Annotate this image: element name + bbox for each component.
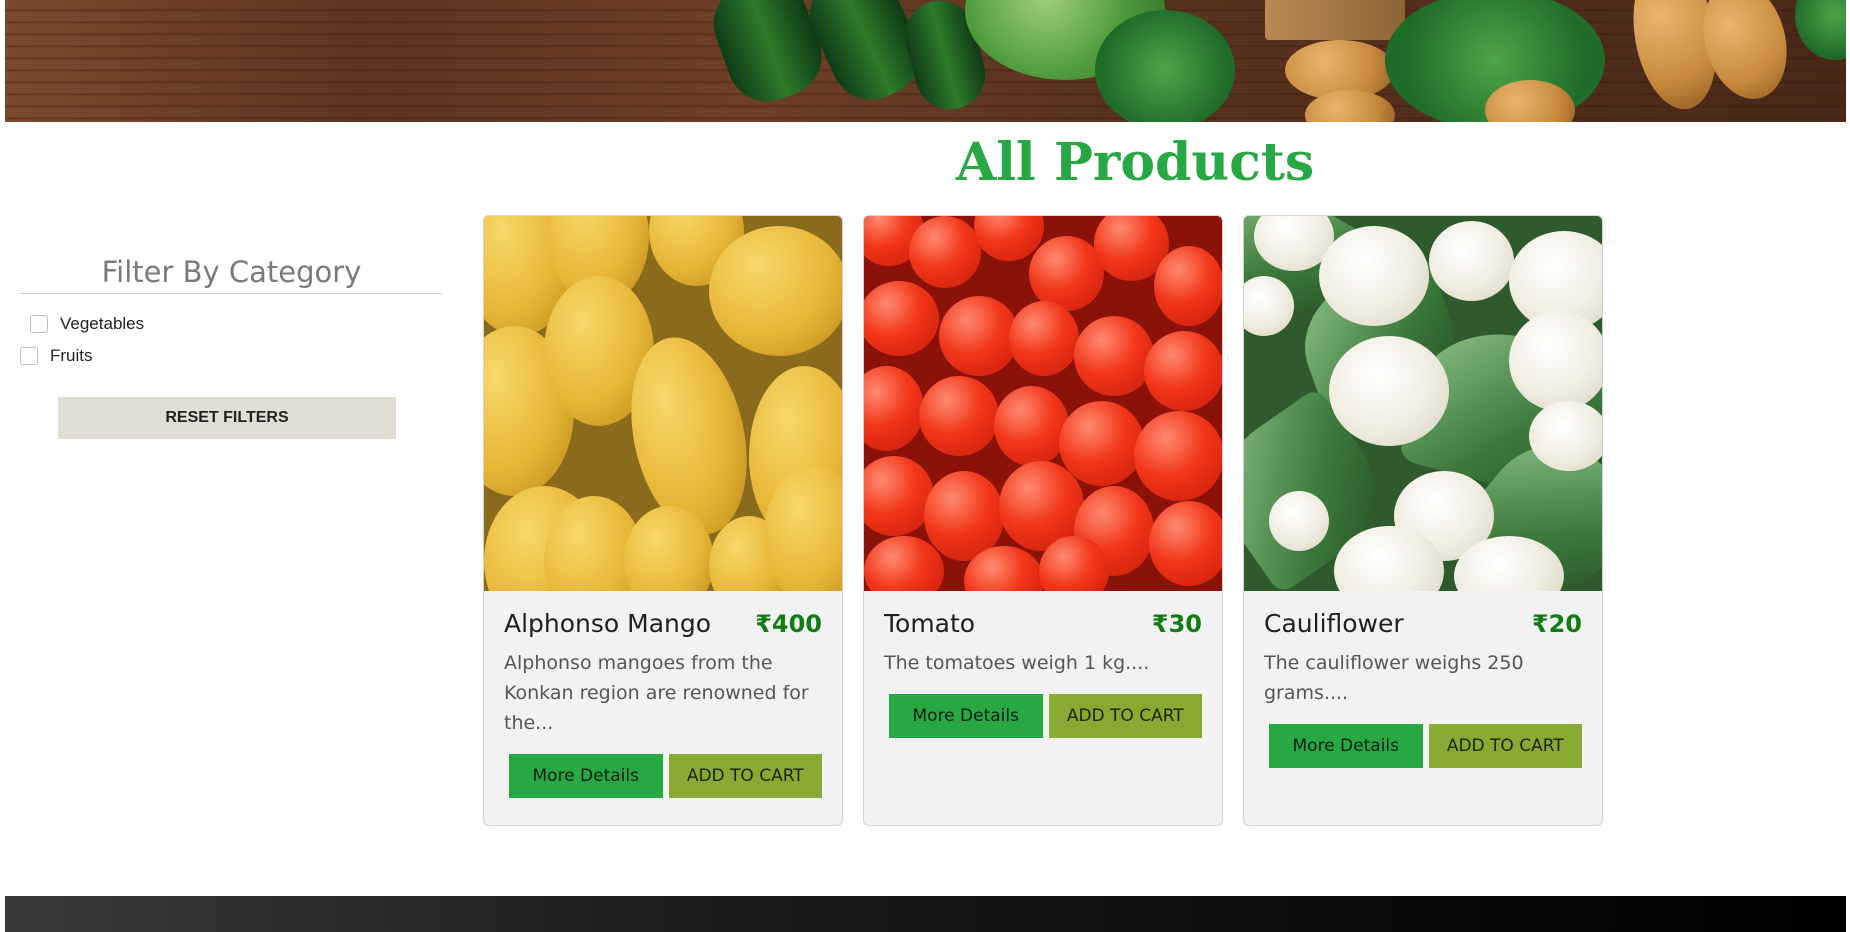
- product-price: ₹20: [1531, 610, 1582, 638]
- product-image-mango[interactable]: [484, 216, 842, 591]
- add-to-cart-button[interactable]: ADD TO CART: [1428, 724, 1582, 768]
- product-card-cauliflower: Cauliflower ₹20 The cauliflower weighs 2…: [1243, 215, 1603, 826]
- product-image-tomato[interactable]: [864, 216, 1222, 591]
- page-title: All Products: [955, 132, 1315, 193]
- product-card-mango: Alphonso Mango ₹400 Alphonso mangoes fro…: [483, 215, 843, 826]
- category-filter-panel: Filter By Category Vegetables Fruits RES…: [20, 255, 443, 439]
- product-name: Alphonso Mango: [504, 609, 712, 638]
- product-name: Cauliflower: [1264, 609, 1404, 638]
- product-description: The cauliflower weighs 250 grams....: [1264, 652, 1524, 704]
- hero-banner-image: [5, 0, 1846, 122]
- product-price: ₹30: [1151, 610, 1202, 638]
- reset-filters-button[interactable]: RESET FILTERS: [58, 397, 396, 439]
- filter-title: Filter By Category: [20, 255, 443, 294]
- product-name: Tomato: [884, 609, 976, 638]
- add-to-cart-button[interactable]: ADD TO CART: [1048, 694, 1202, 738]
- filter-option-vegetables[interactable]: Vegetables: [20, 308, 443, 340]
- product-description: Alphonso mangoes from the Konkan region …: [504, 652, 809, 734]
- product-card-tomato: Tomato ₹30 The tomatoes weigh 1 kg.... M…: [863, 215, 1223, 826]
- filter-label: Vegetables: [60, 314, 145, 333]
- more-details-button[interactable]: More Details: [889, 694, 1043, 738]
- filter-label: Fruits: [50, 346, 93, 365]
- filter-option-fruits[interactable]: Fruits: [20, 340, 443, 372]
- product-description: The tomatoes weigh 1 kg....: [884, 652, 1150, 674]
- vegetables-checkbox[interactable]: [30, 315, 48, 333]
- fruits-checkbox[interactable]: [20, 347, 38, 365]
- add-to-cart-button[interactable]: ADD TO CART: [668, 754, 822, 798]
- product-price: ₹400: [755, 610, 822, 638]
- site-footer: [5, 896, 1846, 932]
- more-details-button[interactable]: More Details: [509, 754, 663, 798]
- product-image-cauliflower[interactable]: [1244, 216, 1602, 591]
- more-details-button[interactable]: More Details: [1269, 724, 1423, 768]
